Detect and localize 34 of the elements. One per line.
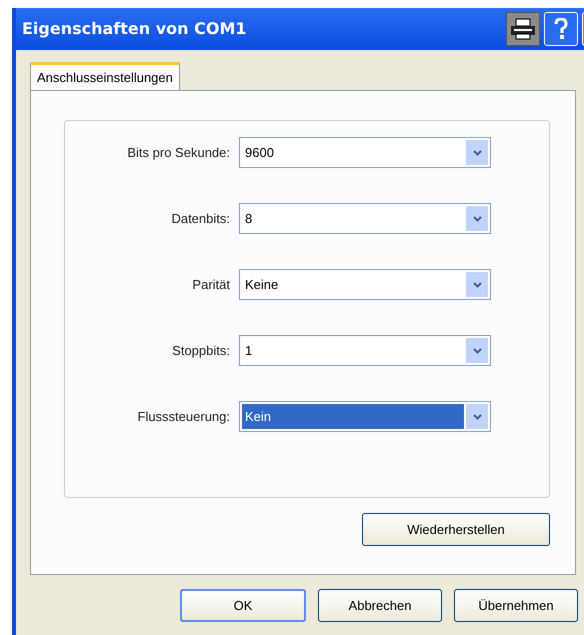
field-label: Datenbits: — [170, 210, 231, 228]
chevron-down-icon — [472, 282, 482, 288]
dropdown[interactable]: Keine — [239, 269, 491, 300]
help-button[interactable] — [544, 12, 578, 46]
chevron-down-icon — [472, 414, 482, 420]
dialog-button[interactable]: Übernehmen — [454, 589, 578, 622]
dropdown-value: Keine — [244, 276, 280, 294]
chevron-down-icon — [472, 348, 482, 354]
dropdown-value: 9600 — [244, 144, 275, 162]
chevron-down-icon — [472, 150, 482, 156]
dropdown[interactable]: 9600 — [239, 137, 491, 168]
dropdown-arrow-button[interactable] — [466, 404, 488, 429]
dropdown-value: Kein — [242, 404, 464, 429]
dropdown-arrow-button[interactable] — [466, 206, 488, 231]
field-label: Bits pro Sekunde: — [126, 144, 231, 162]
question-mark-icon — [554, 18, 568, 40]
dialog-button[interactable]: OK — [180, 589, 306, 622]
printer-icon[interactable] — [506, 12, 540, 46]
window-title: Eigenschaften von COM1 — [22, 18, 247, 40]
dialog-button[interactable]: Abbrechen — [318, 589, 442, 622]
field-label: Flusssteuerung: — [136, 408, 231, 426]
dropdown[interactable]: Kein — [239, 401, 491, 432]
tab[interactable]: Anschlusseinstellungen — [30, 62, 180, 90]
dropdown[interactable]: 1 — [239, 335, 491, 366]
field-label: Parität — [191, 276, 231, 294]
field-label: Stoppbits: — [171, 342, 231, 360]
restore-button[interactable]: Wiederherstellen — [362, 513, 550, 546]
dropdown[interactable]: 8 — [239, 203, 491, 234]
dropdown-value: 1 — [244, 342, 254, 360]
chevron-down-icon — [472, 216, 482, 222]
dropdown-arrow-button[interactable] — [466, 272, 488, 297]
dropdown-arrow-button[interactable] — [466, 338, 488, 363]
dropdown-arrow-button[interactable] — [466, 140, 488, 165]
dropdown-value: 8 — [244, 210, 254, 228]
